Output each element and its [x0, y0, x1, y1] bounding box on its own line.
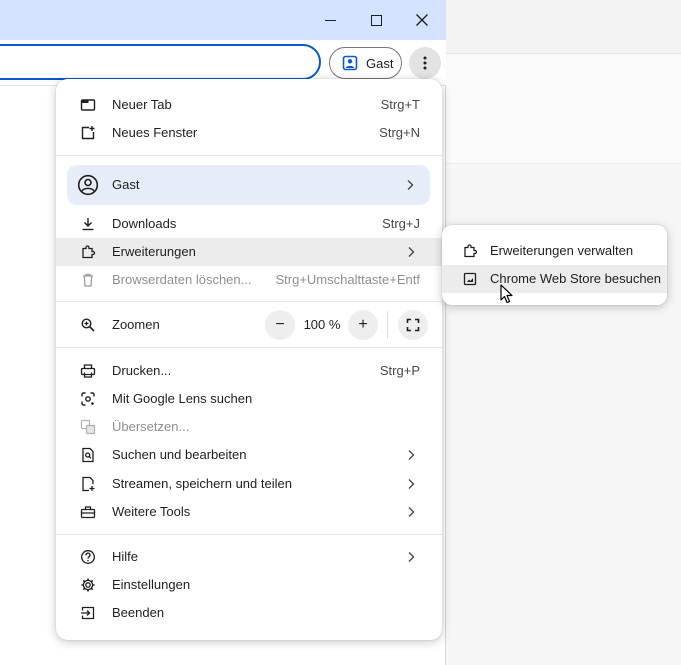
background-window: [446, 0, 681, 665]
menu-item-zoom: Zoomen − 100 % +: [56, 309, 442, 341]
menu-item-google-lens[interactable]: Mit Google Lens suchen: [56, 385, 442, 413]
plus-icon: +: [358, 316, 368, 333]
menu-item-label: Weitere Tools: [112, 504, 191, 519]
menu-item-shortcut: Strg+P: [379, 363, 420, 378]
chevron-right-icon: [403, 178, 417, 192]
menu-item-label: Erweiterungen: [112, 244, 196, 259]
zoom-divider: [387, 311, 388, 339]
fullscreen-button[interactable]: [398, 310, 428, 340]
chrome-main-menu: Neuer Tab Strg+T Neues Fenster Strg+N Ga…: [56, 79, 442, 640]
menu-item-label: Neues Fenster: [112, 125, 198, 140]
puzzle-icon: [80, 244, 96, 260]
chevron-right-icon: [404, 477, 418, 491]
webstore-icon: [462, 271, 478, 287]
submenu-item-manage-extensions[interactable]: Erweiterungen verwalten: [442, 237, 667, 265]
menu-item-new-tab[interactable]: Neuer Tab Strg+T: [56, 91, 442, 119]
menu-item-label: Hilfe: [112, 549, 139, 564]
menu-item-print[interactable]: Drucken... Strg+P: [56, 357, 442, 385]
puzzle-icon: [462, 243, 478, 259]
maximize-button[interactable]: [353, 0, 399, 40]
menu-item-translate[interactable]: Übersetzen...: [56, 413, 442, 441]
menu-item-new-window[interactable]: Neues Fenster Strg+N: [56, 119, 442, 147]
chevron-right-icon: [404, 448, 418, 462]
menu-item-cast-save-share[interactable]: Streamen, speichern und teilen: [56, 470, 442, 498]
title-bar: [0, 0, 446, 40]
trash-icon: [80, 272, 96, 288]
download-icon: [80, 216, 96, 232]
gear-icon: [80, 577, 96, 593]
menu-item-label: Einstellungen: [112, 577, 191, 592]
background-window-header: [446, 0, 681, 54]
new-window-icon: [80, 125, 96, 141]
menu-item-label: Suchen und bearbeiten: [112, 447, 247, 462]
menu-item-settings[interactable]: Einstellungen: [56, 571, 442, 599]
person-badge-icon: [342, 55, 358, 71]
close-icon: [416, 14, 428, 26]
menu-item-label: Drucken...: [112, 363, 172, 378]
menu-item-clear-browsing-data[interactable]: Browserdaten löschen... Strg+Umschalttas…: [56, 266, 442, 294]
lens-icon: [80, 391, 96, 407]
translate-icon: [80, 419, 96, 435]
menu-item-extensions[interactable]: Erweiterungen: [56, 238, 442, 266]
zoom-icon: [80, 317, 96, 333]
minimize-icon: [324, 19, 336, 21]
extensions-submenu: Erweiterungen verwalten Chrome Web Store…: [442, 225, 667, 305]
submenu-item-label: Erweiterungen verwalten: [490, 243, 634, 258]
profile-button[interactable]: Gast: [329, 47, 402, 79]
menu-item-help[interactable]: Hilfe: [56, 543, 442, 571]
background-window-band: [446, 54, 681, 164]
minus-icon: −: [275, 316, 285, 333]
help-icon: [80, 549, 96, 565]
profile-button-label: Gast: [366, 55, 394, 71]
menu-item-profile[interactable]: Gast: [67, 165, 430, 205]
exit-icon: [80, 605, 96, 621]
menu-item-exit[interactable]: Beenden: [56, 599, 442, 627]
printer-icon: [80, 363, 96, 379]
toolbox-icon: [80, 504, 96, 520]
menu-item-shortcut: Strg+J: [382, 216, 420, 231]
cast-save-icon: [80, 476, 96, 492]
menu-item-find-and-edit[interactable]: Suchen und bearbeiten: [56, 441, 442, 469]
close-button[interactable]: [399, 0, 445, 40]
chrome-menu-button[interactable]: [409, 47, 441, 79]
menu-item-shortcut: Strg+T: [380, 97, 420, 112]
minimize-button[interactable]: [307, 0, 353, 40]
menu-item-label: Neuer Tab: [112, 97, 172, 112]
menu-separator: [56, 155, 442, 156]
menu-separator: [56, 301, 442, 302]
zoom-level: 100 %: [303, 317, 341, 332]
menu-item-more-tools[interactable]: Weitere Tools: [56, 498, 442, 526]
zoom-in-button[interactable]: +: [348, 310, 378, 340]
menu-item-label: Beenden: [112, 605, 165, 620]
chevron-right-icon: [404, 245, 418, 259]
chevron-right-icon: [404, 550, 418, 564]
menu-separator: [56, 347, 442, 348]
new-tab-icon: [80, 97, 96, 113]
fullscreen-icon: [406, 318, 420, 332]
menu-item-downloads[interactable]: Downloads Strg+J: [56, 210, 442, 238]
menu-item-label: Gast: [112, 177, 140, 192]
menu-item-label: Streamen, speichern und teilen: [112, 476, 292, 491]
menu-item-label: Mit Google Lens suchen: [112, 391, 253, 406]
account-circle-icon: [77, 174, 99, 196]
menu-item-shortcut: Strg+N: [379, 125, 420, 140]
address-bar[interactable]: [0, 44, 321, 80]
submenu-item-label: Chrome Web Store besuchen: [490, 271, 662, 286]
menu-item-label: Downloads: [112, 216, 177, 231]
submenu-item-chrome-web-store[interactable]: Chrome Web Store besuchen: [442, 265, 667, 293]
chevron-right-icon: [404, 505, 418, 519]
menu-item-label: Browserdaten löschen...: [112, 272, 252, 287]
menu-separator: [56, 534, 442, 535]
zoom-out-button[interactable]: −: [265, 310, 295, 340]
find-page-icon: [80, 447, 96, 463]
kebab-menu-icon: [423, 56, 427, 70]
menu-item-label: Zoomen: [112, 317, 160, 332]
menu-item-label: Übersetzen...: [112, 419, 190, 434]
mouse-cursor-icon: [500, 284, 513, 304]
menu-item-shortcut: Strg+Umschalttaste+Entf: [275, 272, 420, 287]
maximize-icon: [370, 14, 382, 26]
